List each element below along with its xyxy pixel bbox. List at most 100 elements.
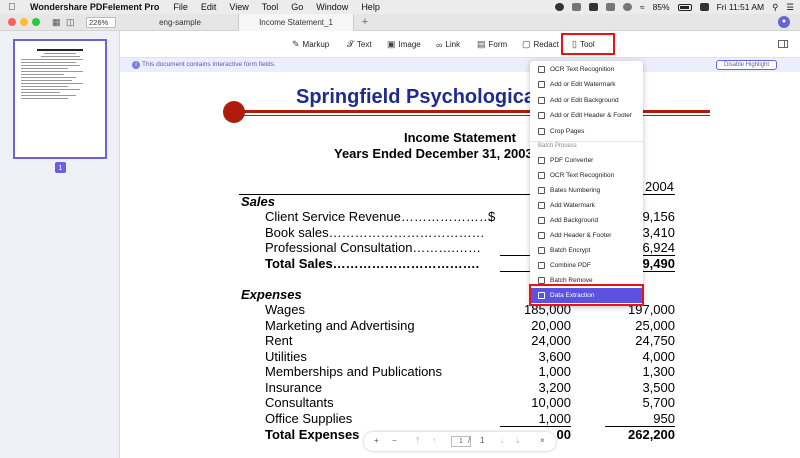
menu-item-crop-pages[interactable]: Crop Pages (530, 124, 643, 139)
tab-income-statement[interactable]: Income Statement_1 (238, 14, 354, 31)
menu-view[interactable]: View (229, 2, 248, 12)
menu-item-add-watermark[interactable]: Add Watermark (530, 198, 643, 213)
lock-icon (538, 247, 545, 254)
redact-label: Redact (533, 40, 559, 49)
background-icon (538, 97, 545, 104)
sidebar-toggle-icon[interactable]: ◫ (66, 17, 75, 28)
menu-item-ocr[interactable]: OCR Text Recognition (530, 62, 643, 77)
battery-icon[interactable] (677, 3, 692, 11)
app-menu[interactable]: Wondershare PDFelement Pro (30, 2, 159, 12)
ocr-icon (538, 66, 545, 73)
markup-button[interactable]: ✎ Markup (292, 31, 329, 58)
menu-item-pdf-converter[interactable]: PDF Converter (530, 153, 643, 168)
table-row[interactable]: Rent (265, 333, 292, 348)
table-row[interactable]: Book sales……………………………… (265, 225, 485, 240)
total-expenses-row[interactable]: Total Expenses (265, 427, 359, 442)
ocr-icon (538, 172, 545, 179)
page-thumbnail[interactable] (13, 39, 107, 159)
wifi-icon[interactable]: ≈ (640, 2, 645, 12)
last-page-icon[interactable]: ⤓ (516, 436, 520, 446)
close-navigator-button[interactable]: × (540, 436, 545, 445)
table-cell[interactable]: 10,000 (485, 395, 571, 410)
table-row[interactable]: Client Service Revenue………………… (265, 209, 492, 224)
table-cell[interactable]: 20,000 (485, 318, 571, 333)
cloud-icon[interactable] (571, 3, 581, 11)
previous-page-icon[interactable]: ↑ (432, 436, 436, 445)
menu-item-add-header-footer[interactable]: Add Header & Footer (530, 228, 643, 243)
menu-item-watermark[interactable]: Add or Edit Watermark (530, 77, 643, 92)
menu-file[interactable]: File (173, 2, 188, 12)
menu-go[interactable]: Go (291, 2, 303, 12)
zoom-select[interactable]: 226% (86, 17, 116, 28)
menu-item-bates-numbering[interactable]: Bates Numbering (530, 183, 643, 198)
table-cell[interactable]: 24,750 (590, 333, 675, 348)
zoom-out-button[interactable]: − (392, 436, 397, 445)
markup-label: Markup (302, 40, 330, 49)
first-page-icon[interactable]: ⤒ (416, 436, 420, 446)
spotlight-icon[interactable]: ⚲ (772, 2, 778, 13)
control-center-icon[interactable]: ☰ (786, 2, 794, 13)
menu-item-header-footer[interactable]: Add or Edit Header & Footer (530, 108, 643, 123)
user-avatar-icon[interactable]: ● (778, 16, 790, 28)
table-row[interactable]: Professional Consultation……….…… (265, 240, 481, 255)
close-window-button[interactable] (8, 18, 16, 26)
menu-item-combine-pdf[interactable]: Combine PDF (530, 258, 643, 273)
total-sales-row[interactable]: Total Sales……………………………. (265, 256, 479, 271)
new-tab-button[interactable]: + (358, 14, 372, 31)
page-number-badge: 1 (55, 162, 66, 173)
table-row[interactable]: Office Supplies (265, 411, 352, 426)
text-button[interactable]: 𝓣 Text (347, 31, 372, 58)
text-input-icon[interactable] (699, 3, 709, 11)
minimize-window-button[interactable] (20, 18, 28, 26)
menu-tool[interactable]: Tool (262, 2, 279, 12)
display-icon[interactable] (605, 3, 615, 11)
menu-item-label: OCR Text Recognition (550, 66, 615, 73)
table-cell[interactable]: 1,300 (590, 364, 675, 379)
link-button[interactable]: ∞ Link (436, 31, 460, 58)
status-dot-icon[interactable] (554, 3, 564, 11)
pen-icon: ✎ (292, 39, 300, 49)
table-row[interactable]: Consultants (265, 395, 334, 410)
zoom-in-button[interactable]: + (374, 436, 379, 445)
right-panel-icon[interactable] (778, 40, 788, 48)
table-cell[interactable]: 3,500 (590, 380, 675, 395)
disable-highlight-button[interactable]: Disable Highlight (716, 60, 777, 70)
redact-button[interactable]: ▢ Redact (522, 31, 559, 58)
table-row[interactable]: Memberships and Publications (265, 364, 442, 379)
form-button[interactable]: ▤ Form (477, 31, 507, 58)
tab-eng-sample[interactable]: eng-sample (122, 14, 238, 31)
clock-icon[interactable] (622, 3, 632, 11)
image-button[interactable]: ▣ Image (387, 31, 421, 58)
table-cell[interactable]: 25,000 (590, 318, 675, 333)
shield-icon[interactable] (588, 3, 598, 11)
table-row[interactable]: Insurance (265, 380, 322, 395)
table-row[interactable]: Wages (265, 302, 305, 317)
grid-view-icon[interactable]: ▦ (52, 17, 61, 28)
current-page-value: 1 (459, 438, 463, 445)
menu-window[interactable]: Window (316, 2, 348, 12)
table-row[interactable]: Utilities (265, 349, 307, 364)
table-cell[interactable]: 3,600 (485, 349, 571, 364)
table-cell[interactable]: 1,000 (485, 364, 571, 379)
menu-help[interactable]: Help (361, 2, 380, 12)
menu-edit[interactable]: Edit (201, 2, 217, 12)
table-row[interactable]: Marketing and Advertising (265, 318, 415, 333)
header-footer-icon (538, 232, 545, 239)
form-icon: ▤ (477, 39, 486, 49)
table-cell[interactable]: 262,200 (590, 427, 675, 442)
menu-item-background[interactable]: Add or Edit Background (530, 93, 643, 108)
menu-item-batch-ocr[interactable]: OCR Text Recognition (530, 168, 643, 183)
table-cell[interactable]: 5,700 (590, 395, 675, 410)
table-cell[interactable]: 24,000 (485, 333, 571, 348)
table-cell[interactable]: 4,000 (590, 349, 675, 364)
clock-text[interactable]: Fri 11:51 AM (717, 2, 765, 12)
fullscreen-window-button[interactable] (32, 18, 40, 26)
menu-item-label: Batch Encrypt (550, 247, 591, 254)
menu-item-add-background[interactable]: Add Background (530, 213, 643, 228)
table-cell[interactable]: 950 (590, 411, 675, 426)
table-cell[interactable]: 3,200 (485, 380, 571, 395)
apple-icon[interactable]:  (8, 2, 22, 13)
next-page-icon[interactable]: ↓ (500, 436, 504, 445)
menu-item-batch-encrypt[interactable]: Batch Encrypt (530, 243, 643, 258)
table-cell[interactable]: 1,000 (485, 411, 571, 426)
